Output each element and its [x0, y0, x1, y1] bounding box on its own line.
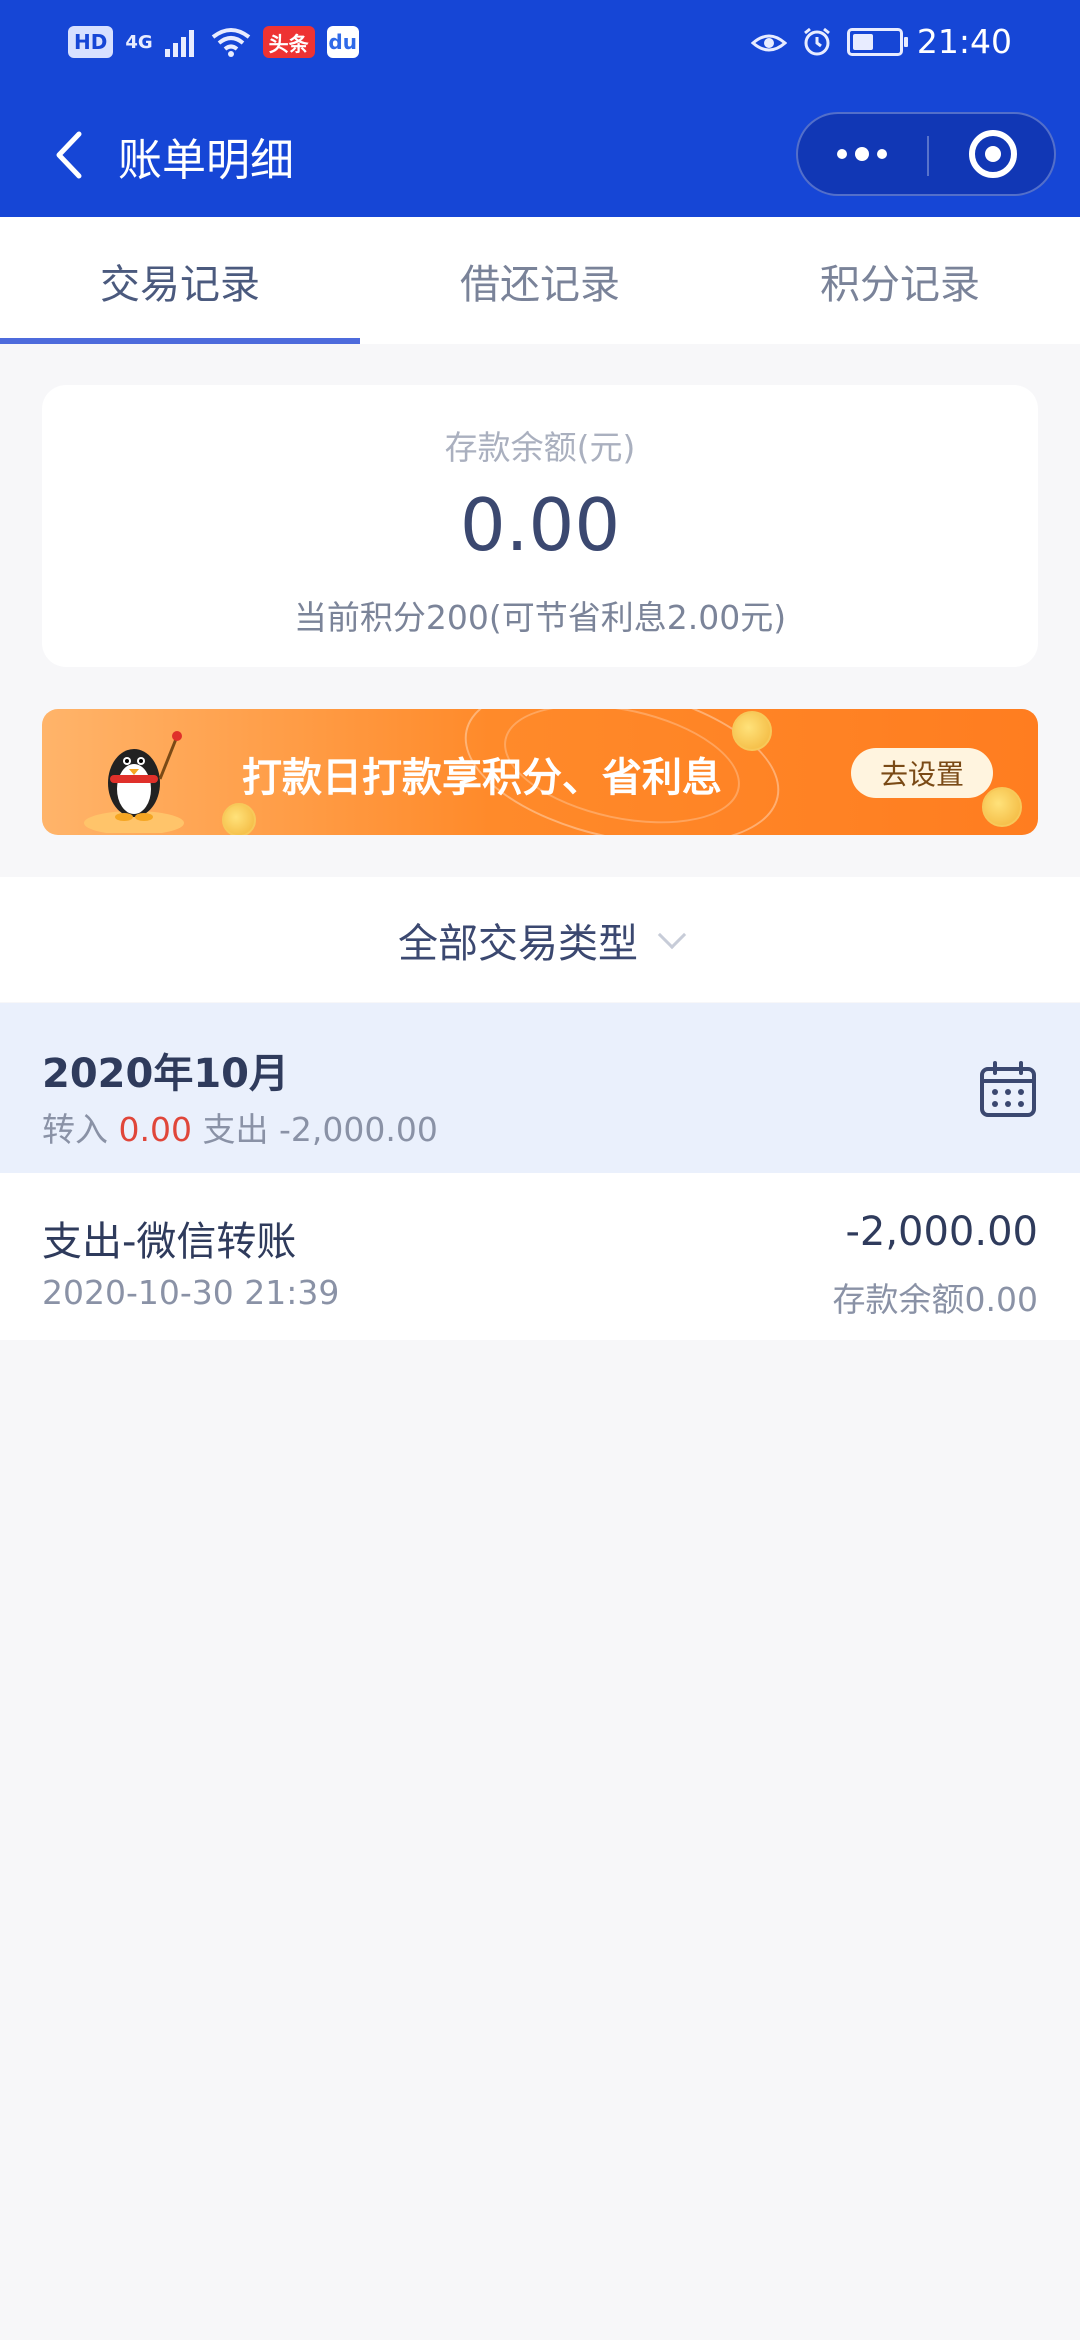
transaction-title: 支出-微信转账	[42, 1219, 297, 1265]
tab-points[interactable]: 积分记录	[720, 217, 1080, 344]
balance-card: 存款余额(元) 0.00 当前积分200(可节省利息2.00元)	[42, 385, 1038, 667]
baidu-app-icon: du	[326, 26, 359, 58]
hd-icon: HD	[68, 26, 114, 58]
calendar-icon[interactable]	[978, 1059, 1038, 1119]
filter-label: 全部交易类型	[398, 920, 638, 967]
page-title: 账单明细	[118, 135, 294, 186]
coin-icon	[732, 711, 772, 751]
balance-label: 存款余额(元)	[444, 428, 636, 467]
status-right: 21:40	[750, 22, 1012, 61]
chevron-down-icon	[657, 920, 687, 949]
active-tab-indicator	[0, 338, 360, 344]
balance-value: 0.00	[459, 483, 621, 567]
points-info: 当前积分200(可节省利息2.00元)	[293, 598, 787, 637]
transaction-balance: 存款余额0.00	[832, 1280, 1038, 1319]
header: HD 4G 头条 du 21:40 账单明细	[0, 0, 1080, 217]
expense-value: -2,000.00	[278, 1110, 438, 1149]
status-time: 21:40	[916, 22, 1012, 61]
banner-settings-button[interactable]: 去设置	[851, 748, 993, 798]
status-left: HD 4G 头条 du	[68, 26, 359, 58]
expense-label: 支出	[202, 1110, 269, 1149]
tab-transactions[interactable]: 交易记录	[0, 217, 360, 344]
income-value: 0.00	[118, 1110, 192, 1149]
tab-label: 交易记录	[100, 261, 260, 308]
tab-label: 借还记录	[460, 261, 620, 308]
back-button[interactable]	[38, 120, 98, 190]
more-dot-icon	[877, 149, 887, 159]
eye-icon	[750, 34, 787, 51]
battery-icon	[846, 27, 908, 56]
coin-icon	[222, 803, 256, 835]
penguin-mascot-icon	[84, 731, 184, 833]
status-bar: HD 4G 头条 du 21:40	[0, 0, 1080, 90]
transaction-row[interactable]: 支出-微信转账 2020-10-30 21:39 -2,000.00 存款余额0…	[0, 1173, 1080, 1340]
tab-bar: 交易记录 借还记录 积分记录	[0, 217, 1080, 344]
month-totals: 转入 0.00 支出 -2,000.00	[42, 1103, 438, 1151]
miniprogram-capsule	[796, 112, 1056, 196]
transaction-amount: -2,000.00	[845, 1209, 1038, 1255]
transaction-type-filter[interactable]: 全部交易类型	[0, 877, 1080, 1002]
month-title: 2020年10月	[42, 1051, 289, 1097]
tab-label: 积分记录	[820, 261, 980, 308]
more-dot-icon	[837, 149, 847, 159]
target-icon	[968, 130, 1017, 178]
nav-bar: 账单明细	[0, 100, 1080, 210]
chevron-left-icon	[56, 131, 82, 179]
income-label: 转入	[42, 1110, 108, 1149]
transaction-time: 2020-10-30 21:39	[42, 1273, 340, 1312]
more-button[interactable]	[798, 114, 926, 194]
network-label: 4G	[125, 31, 153, 53]
more-dot-icon	[855, 147, 869, 161]
coin-icon	[982, 787, 1022, 827]
promo-banner[interactable]: 打款日打款享积分、省利息 去设置	[42, 709, 1038, 835]
signal-icon	[164, 30, 194, 57]
close-miniprogram-button[interactable]	[929, 114, 1056, 194]
wifi-icon	[211, 28, 250, 57]
tab-loans[interactable]: 借还记录	[360, 217, 720, 344]
toutiao-app-icon: 头条	[262, 26, 315, 58]
banner-text: 打款日打款享积分、省利息	[242, 755, 722, 801]
month-summary-bar: 2020年10月 转入 0.00 支出 -2,000.00	[0, 1003, 1080, 1173]
alarm-icon	[803, 27, 830, 55]
